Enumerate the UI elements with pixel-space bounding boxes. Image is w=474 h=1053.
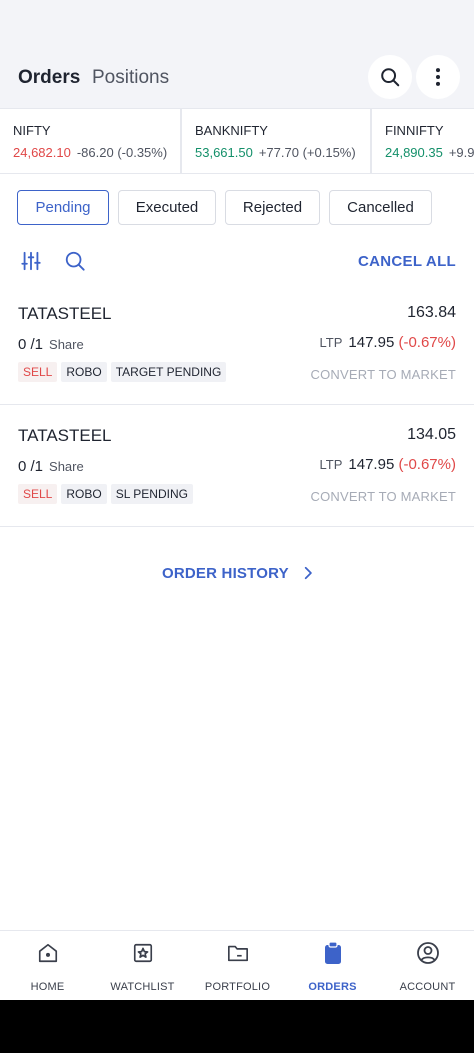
index-card-finnifty[interactable]: FINNIFTY 24,890.35 +9.9: [372, 109, 474, 173]
nav-watchlist[interactable]: WATCHLIST: [95, 931, 190, 1001]
search-orders-icon[interactable]: [62, 248, 88, 274]
filter-cancelled[interactable]: Cancelled: [329, 190, 432, 225]
nav-orders[interactable]: ORDERS: [285, 931, 380, 1001]
status-filter-chips: Pending Executed Rejected Cancelled: [0, 190, 474, 226]
index-values: 53,661.50 +77.70 (+0.15%): [195, 145, 356, 160]
ltp-value: 147.95: [348, 334, 395, 351]
index-change: -86.20 (-0.35%): [76, 145, 168, 160]
tag-sell: SELL: [18, 362, 58, 382]
index-card-nifty[interactable]: NIFTY 24,682.10 -86.20 (-0.35%): [0, 109, 180, 173]
search-button[interactable]: [368, 55, 412, 99]
quantity-unit: Share: [49, 337, 84, 352]
order-symbol: TATASTEEL: [18, 426, 112, 445]
watchlist-star-icon: [131, 941, 155, 965]
nav-home[interactable]: HOME: [0, 931, 95, 1001]
index-change: +9.9: [448, 145, 474, 160]
tag-robo: ROBO: [61, 362, 107, 382]
order-ltp: LTP 147.95 (-0.67%): [320, 456, 456, 473]
tab-orders[interactable]: Orders: [18, 67, 80, 89]
ltp-value: 147.95: [348, 456, 395, 473]
order-price: 163.84: [407, 304, 456, 321]
orders-clipboard-icon: [321, 941, 345, 965]
search-icon: [381, 68, 400, 87]
index-change: +77.70 (+0.15%): [258, 145, 356, 160]
order-history-link[interactable]: ORDER HISTORY: [162, 562, 315, 584]
app-header: Orders Positions: [0, 0, 474, 108]
order-tags: SELL ROBO SL PENDING: [18, 484, 193, 504]
order-quantity: 0 /1 Share: [18, 458, 84, 475]
ltp-change: (-0.67%): [398, 456, 456, 473]
nav-label: ORDERS: [308, 981, 357, 993]
nav-label: WATCHLIST: [110, 981, 175, 993]
order-divider: [0, 526, 474, 527]
bottom-navigation: HOME WATCHLIST PORTFOLIO ORDERS ACCOUNT: [0, 930, 474, 1000]
order-row[interactable]: TATASTEEL 163.84 0 /1 Share LTP 147.95 (-0…: [0, 296, 474, 418]
portfolio-folder-icon: [226, 941, 250, 965]
ltp-label: LTP: [319, 335, 343, 350]
filter-pending[interactable]: Pending: [17, 190, 109, 225]
filter-rejected[interactable]: Rejected: [225, 190, 320, 225]
order-quantity: 0 /1 Share: [18, 336, 84, 353]
quantity-value: 0 /1: [18, 458, 44, 475]
quantity-value: 0 /1: [18, 336, 44, 353]
index-price: 24,682.10: [13, 145, 71, 160]
nav-portfolio[interactable]: PORTFOLIO: [190, 931, 285, 1001]
nav-account[interactable]: ACCOUNT: [380, 931, 474, 1001]
tag-status: TARGET PENDING: [110, 362, 227, 382]
tag-sell: SELL: [18, 484, 58, 504]
more-vertical-icon: [435, 68, 441, 86]
nav-label: HOME: [30, 981, 65, 993]
quantity-unit: Share: [49, 459, 84, 474]
convert-to-market-button[interactable]: CONVERT TO MARKET: [311, 489, 456, 504]
index-ticker-strip[interactable]: NIFTY 24,682.10 -86.20 (-0.35%) BANKNIFTY…: [0, 108, 474, 174]
chevron-right-icon: [304, 566, 312, 580]
orders-toolbar: CANCEL ALL: [0, 248, 474, 276]
order-divider: [0, 404, 474, 405]
nav-label: ACCOUNT: [399, 981, 456, 993]
order-row[interactable]: TATASTEEL 134.05 0 /1 Share LTP 147.95 (-0…: [0, 418, 474, 540]
ltp-label: LTP: [319, 457, 343, 472]
ltp-change: (-0.67%): [398, 334, 456, 351]
filter-sliders-icon[interactable]: [18, 248, 44, 274]
index-values: 24,682.10 -86.20 (-0.35%): [13, 145, 167, 160]
index-price: 24,890.35: [385, 145, 443, 160]
more-options-button[interactable]: [416, 55, 460, 99]
tab-positions[interactable]: Positions: [92, 67, 169, 89]
index-name: NIFTY: [13, 123, 51, 138]
tag-status: SL PENDING: [110, 484, 193, 504]
system-navigation-bar: [0, 1000, 474, 1053]
title-row: Orders Positions: [0, 55, 474, 99]
order-ltp: LTP 147.95 (-0.67%): [320, 334, 456, 351]
index-name: BANKNIFTY: [195, 123, 268, 138]
order-symbol: TATASTEEL: [18, 304, 112, 323]
filter-executed[interactable]: Executed: [118, 190, 216, 225]
index-price: 53,661.50: [195, 145, 253, 160]
order-tags: SELL ROBO TARGET PENDING: [18, 362, 227, 382]
account-user-icon: [416, 941, 440, 965]
tag-robo: ROBO: [61, 484, 107, 504]
home-icon: [36, 941, 60, 965]
convert-to-market-button[interactable]: CONVERT TO MARKET: [311, 367, 456, 382]
cancel-all-button[interactable]: CANCEL ALL: [358, 253, 456, 270]
index-card-banknifty[interactable]: BANKNIFTY 53,661.50 +77.70 (+0.15%): [182, 109, 370, 173]
order-history-label: ORDER HISTORY: [162, 564, 289, 582]
index-name: FINNIFTY: [385, 123, 444, 138]
index-values: 24,890.35 +9.9: [385, 145, 474, 160]
nav-label: PORTFOLIO: [204, 981, 271, 993]
order-price: 134.05: [407, 426, 456, 443]
